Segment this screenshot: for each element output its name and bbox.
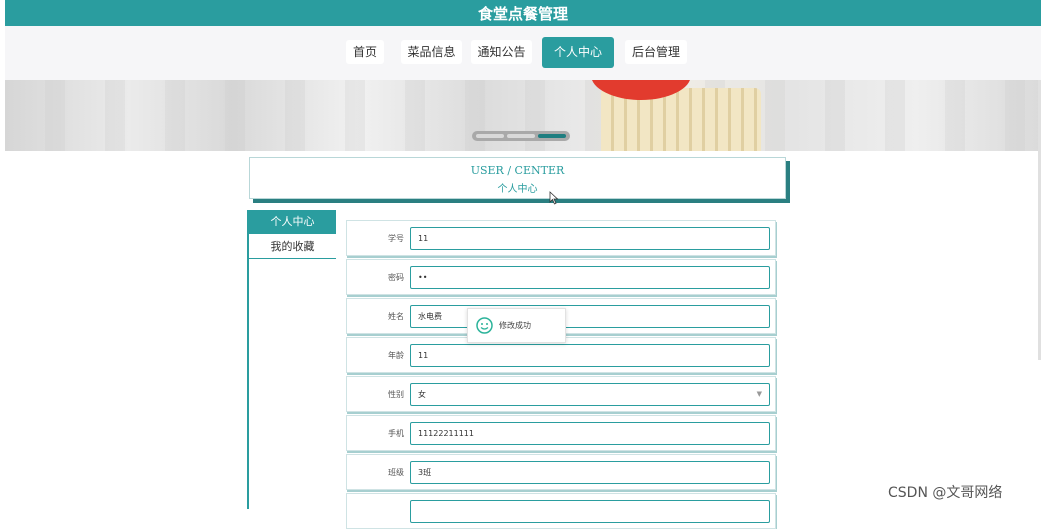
user-sidebar: 个人中心 我的收藏 [247,210,336,509]
carousel-indicator [472,131,570,141]
name-label: 姓名 [388,312,404,321]
nav-item-admin[interactable]: 后台管理 [625,40,687,64]
phone-label: 手机 [388,429,404,438]
password-label: 密码 [388,273,404,282]
sidebar-item-favorites[interactable]: 我的收藏 [249,235,336,259]
mouse-cursor-icon [549,191,559,205]
section-title-en: USER / CENTER [470,164,565,177]
form-row-partial [346,493,776,529]
age-label: 年龄 [388,351,404,360]
nav-item-notices[interactable]: 通知公告 [471,40,532,64]
nav-item-user-center[interactable]: 个人中心 [542,37,614,68]
partial-input[interactable] [410,500,770,523]
gender-label: 性别 [388,390,404,399]
csdn-watermark: CSDN @文哥网络 [888,485,1003,501]
main-nav: 首页 菜品信息 通知公告 个人中心 后台管理 [5,26,1041,80]
sidebar-item-user-center[interactable]: 个人中心 [249,210,336,234]
nav-item-dishes[interactable]: 菜品信息 [401,40,462,64]
age-input[interactable]: 11 [410,344,770,367]
carousel-dot-1[interactable] [476,134,504,138]
class-label: 班级 [388,468,404,477]
form-row-student-id: 学号 11 [346,220,776,256]
toast-message: 修改成功 [499,321,531,330]
name-input[interactable]: 水电费 [410,305,770,328]
student-id-input[interactable]: 11 [410,227,770,250]
form-row-class: 班级 3班 [346,454,776,490]
password-input[interactable]: •• [410,266,770,289]
section-title-cn: 个人中心 [497,184,538,195]
title-bar: 食堂点餐管理 [5,0,1041,26]
gender-select[interactable]: 女 ▼ [410,383,770,406]
chevron-down-icon: ▼ [756,390,762,398]
smile-icon [476,317,493,334]
carousel-dot-3[interactable] [538,134,566,138]
phone-input[interactable]: 11122211111 [410,422,770,445]
class-input[interactable]: 3班 [410,461,770,484]
form-row-phone: 手机 11122211111 [346,415,776,451]
success-toast: 修改成功 [467,308,566,343]
carousel-dot-2[interactable] [507,134,535,138]
gender-value: 女 [418,390,426,399]
nav-item-home[interactable]: 首页 [346,40,384,64]
student-id-label: 学号 [388,234,404,243]
banner-carousel[interactable] [5,80,1041,151]
section-header: USER / CENTER 个人中心 [249,157,786,199]
form-row-gender: 性别 女 ▼ [346,376,776,412]
app-title: 食堂点餐管理 [477,5,568,23]
form-row-password: 密码 •• [346,259,776,295]
